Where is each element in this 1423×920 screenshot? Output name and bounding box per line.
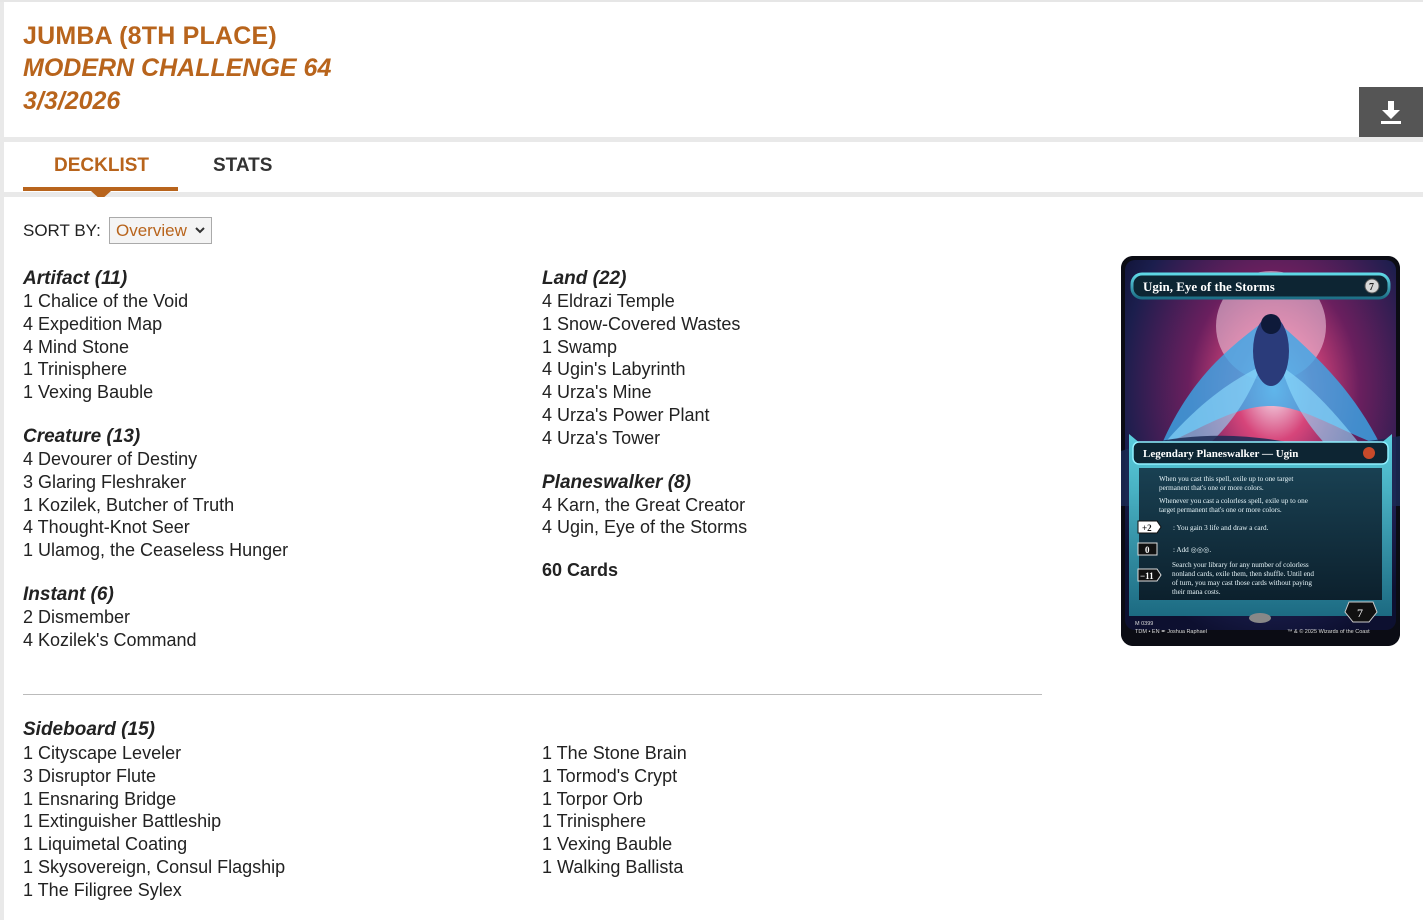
card-entry[interactable]: 1 Tormod's Crypt (542, 765, 687, 788)
card-entry[interactable]: 1 Extinguisher Battleship (23, 810, 285, 833)
card-collector-text: M 0399 (1135, 621, 1153, 627)
group-title: Creature (13) (23, 425, 141, 447)
tab-decklist[interactable]: DECKLIST (54, 155, 149, 177)
card-entry[interactable]: 1 Vexing Bauble (542, 833, 687, 856)
group-title: Instant (6) (23, 583, 114, 605)
card-entry[interactable]: 1 Ensnaring Bridge (23, 788, 285, 811)
deck-header: JUMBA (8TH PLACE) MODERN CHALLENGE 64 3/… (4, 2, 1423, 137)
tab-stats[interactable]: STATS (213, 155, 272, 177)
card-cost-text: 7 (1369, 282, 1374, 293)
card-entry[interactable]: 1 Walking Ballista (542, 856, 687, 879)
maindeck-left-column: Artifact (11) 1 Chalice of the Void 4 Ex… (23, 267, 523, 673)
sort-select[interactable]: Overview (109, 217, 212, 244)
card-entry[interactable]: 4 Mind Stone (23, 336, 523, 359)
card-entry[interactable]: 1 Trinisphere (23, 358, 523, 381)
card-entry[interactable]: 4 Eldrazi Temple (542, 290, 1042, 313)
card-entry[interactable]: 4 Urza's Mine (542, 381, 1042, 404)
card-entry[interactable]: 1 Liquimetal Coating (23, 833, 285, 856)
card-entry[interactable]: 4 Kozilek's Command (23, 629, 523, 652)
tab-bar: DECKLIST STATS (4, 142, 1423, 200)
card-entry[interactable]: 1 Snow-Covered Wastes (542, 313, 1042, 336)
card-copyright-text: ™ & © 2025 Wizards of the Coast (1287, 628, 1370, 635)
card-group-artifact: Artifact (11) 1 Chalice of the Void 4 Ex… (23, 267, 523, 404)
card-entry[interactable]: 1 Ulamog, the Ceaseless Hunger (23, 539, 523, 562)
group-title: Land (22) (542, 268, 627, 289)
group-title: Artifact (11) (23, 268, 128, 289)
card-group-land: Land (22) 4 Eldrazi Temple 1 Snow-Covere… (542, 267, 1042, 450)
card-loyalty-text: 7 (1357, 606, 1363, 620)
card-name-text: Ugin, Eye of the Storms (1143, 279, 1275, 294)
card-entry[interactable]: 3 Disruptor Flute (23, 765, 285, 788)
decklist-panel: SORT BY: Overview Artifact (11) 1 Chalic… (4, 197, 1423, 920)
card-entry[interactable]: 1 The Stone Brain (542, 742, 687, 765)
sort-label: SORT BY: (23, 221, 101, 240)
download-icon (1381, 101, 1401, 124)
card-entry[interactable]: 1 Swamp (542, 336, 1042, 359)
card-entry[interactable]: 4 Devourer of Destiny (23, 448, 523, 471)
card-group-creature: Creature (13) 4 Devourer of Destiny 3 Gl… (23, 425, 523, 562)
sort-selected-value: Overview (116, 221, 187, 240)
card-entry[interactable]: 4 Urza's Power Plant (542, 404, 1042, 427)
sideboard-divider (23, 694, 1042, 695)
card-entry[interactable]: 1 Kozilek, Butcher of Truth (23, 494, 523, 517)
chevron-down-icon (195, 227, 205, 234)
card-entry[interactable]: 3 Glaring Fleshraker (23, 471, 523, 494)
card-set-text: TDM • EN ✒ Joshua Raphael (1135, 629, 1207, 635)
card-entry[interactable]: 4 Urza's Tower (542, 427, 1042, 450)
card-preview-image: Ugin, Eye of the Storms 7 Legendary Plan… (1121, 256, 1400, 646)
card-entry[interactable]: 4 Expedition Map (23, 313, 523, 336)
card-entry[interactable]: 1 Chalice of the Void (23, 290, 523, 313)
loyalty-zero-cost: 0 (1145, 545, 1150, 555)
sideboard-right-column: 1 The Stone Brain 1 Tormod's Crypt 1 Tor… (542, 742, 687, 879)
download-button[interactable] (1359, 87, 1423, 137)
card-entry[interactable]: 1 Vexing Bauble (23, 381, 523, 404)
card-entry[interactable]: 4 Thought-Knot Seer (23, 516, 523, 539)
card-entry[interactable]: 1 The Filigree Sylex (23, 879, 285, 902)
card-entry[interactable]: 4 Ugin's Labyrinth (542, 358, 1042, 381)
card-group-instant: Instant (6) 2 Dismember 4 Kozilek's Comm… (23, 583, 523, 652)
loyalty-minus-cost: −11 (1140, 571, 1154, 581)
card-entry[interactable]: 1 Skysovereign, Consul Flagship (23, 856, 285, 879)
card-entry[interactable]: 2 Dismember (23, 606, 523, 629)
card-entry[interactable]: 1 Cityscape Leveler (23, 742, 285, 765)
event-title[interactable]: MODERN CHALLENGE 64 (23, 54, 331, 83)
card-entry[interactable]: 4 Karn, the Great Creator (542, 494, 1042, 517)
group-title: Planeswalker (8) (542, 471, 691, 493)
card-type-text: Legendary Planeswalker — Ugin (1143, 448, 1298, 460)
sideboard-title: Sideboard (15) (23, 719, 155, 740)
card-entry[interactable]: 1 Torpor Orb (542, 788, 687, 811)
card-entry[interactable]: 4 Ugin, Eye of the Storms (542, 516, 1042, 539)
card-art: Ugin, Eye of the Storms 7 Legendary Plan… (1121, 256, 1400, 646)
player-title: JUMBA (8TH PLACE) (23, 22, 277, 50)
card-entry[interactable]: 1 Trinisphere (542, 810, 687, 833)
event-date: 3/3/2026 (23, 87, 121, 115)
loyalty-plus-cost: +2 (1142, 523, 1152, 533)
card-group-planeswalker: Planeswalker (8) 4 Karn, the Great Creat… (542, 471, 1042, 540)
maindeck-right-column: Land (22) 4 Eldrazi Temple 1 Snow-Covere… (542, 267, 1042, 581)
card-total: 60 Cards (542, 560, 619, 581)
sideboard-left-column: 1 Cityscape Leveler 3 Disruptor Flute 1 … (23, 742, 285, 902)
